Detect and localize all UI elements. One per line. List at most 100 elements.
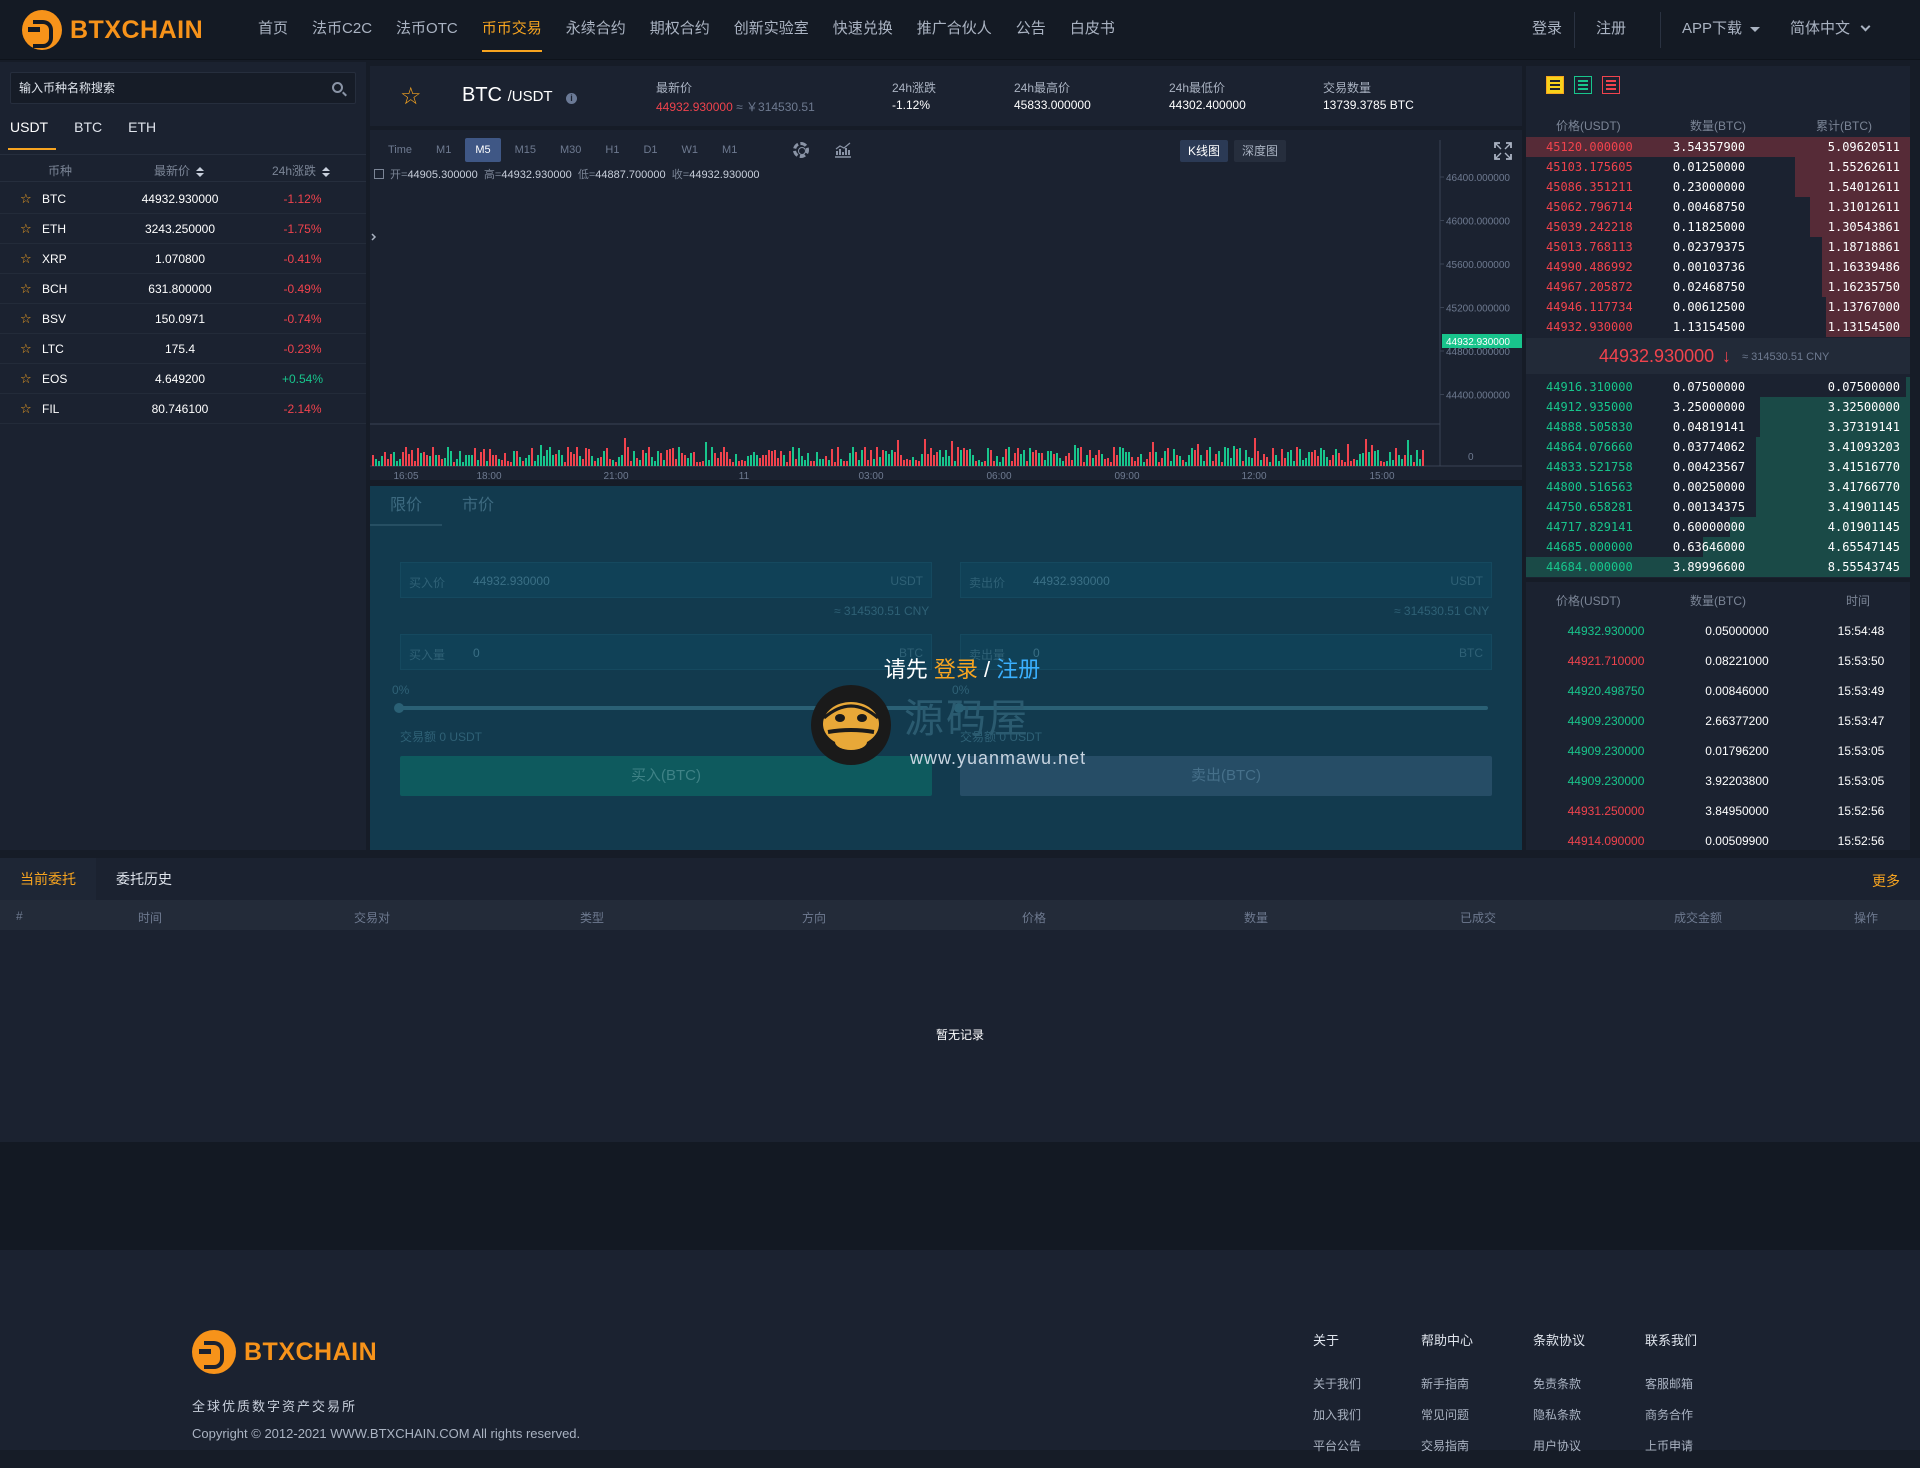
overlay-login-link[interactable]: 登录 (934, 657, 978, 682)
tab-open-orders[interactable]: 当前委托 (0, 858, 96, 900)
favorite-star-icon[interactable]: ☆ (20, 401, 32, 417)
coin-price: 631.800000 (148, 282, 212, 296)
info-icon[interactable]: i (566, 93, 577, 104)
chevron-down-icon (1860, 21, 1871, 32)
ask-row[interactable]: 45013.768113 0.02379375 1.18718861 (1526, 237, 1910, 257)
bid-row[interactable]: 44685.000000 0.63646000 4.65547145 (1526, 537, 1910, 557)
bid-row[interactable]: 44912.935000 3.25000000 3.32500000 (1526, 397, 1910, 417)
footer-link[interactable]: 平台公告 (1313, 1437, 1361, 1454)
footer-link[interactable]: 隐私条款 (1533, 1406, 1585, 1423)
favorite-star-icon[interactable]: ☆ (20, 311, 32, 327)
book-amount: 0.60000000 (1672, 520, 1746, 534)
nav-perpetual[interactable]: 永续合约 (554, 0, 638, 60)
coin-row[interactable]: ☆ LTC 175.4 -0.23% (0, 334, 366, 364)
buy-price-field[interactable]: 买入价 44932.930000 USDT (400, 562, 932, 598)
search-icon[interactable] (332, 82, 343, 93)
book-asks-view-icon[interactable] (1602, 76, 1620, 94)
coin-row[interactable]: ☆ BTC 44932.930000 -1.12% (0, 184, 366, 214)
tab-btc[interactable]: BTC (74, 116, 102, 150)
coin-row[interactable]: ☆ BCH 631.800000 -0.49% (0, 274, 366, 304)
language-menu[interactable]: 简体中文 (1790, 0, 1871, 60)
footer-link[interactable]: 常见问题 (1421, 1406, 1473, 1423)
buy-amount-field[interactable]: 买入量 0 BTC (400, 634, 932, 670)
coin-change: -0.49% (283, 282, 322, 296)
footer-link[interactable]: 上币申请 (1645, 1437, 1697, 1454)
ask-row[interactable]: 45086.351211 0.23000000 1.54012611 (1526, 177, 1910, 197)
ask-row[interactable]: 45062.796714 0.00468750 1.31012611 (1526, 197, 1910, 217)
trade-price: 44909.230000 (1567, 774, 1645, 788)
bid-row[interactable]: 44888.505830 0.04819141 3.37319141 (1526, 417, 1910, 437)
bid-row[interactable]: 44916.310000 0.07500000 0.07500000 (1526, 377, 1910, 397)
app-download-menu[interactable]: APP下载 (1682, 0, 1761, 60)
ask-row[interactable]: 45039.242218 0.11825000 1.30543861 (1526, 217, 1910, 237)
footer: BTXCHAIN 全球优质数字资产交易所 Copyright © 2012-20… (0, 1250, 1920, 1453)
nav-otc[interactable]: 法币OTC (384, 0, 470, 60)
nav-announcement[interactable]: 公告 (1004, 0, 1058, 60)
nav-home[interactable]: 首页 (246, 0, 300, 60)
bid-row[interactable]: 44717.829141 0.60000000 4.01901145 (1526, 517, 1910, 537)
volume-bar (474, 448, 476, 466)
coin-row[interactable]: ☆ ETH 3243.250000 -1.75% (0, 214, 366, 244)
ask-row[interactable]: 44932.930000 1.13154500 1.13154500 (1526, 317, 1910, 337)
favorite-star-icon[interactable]: ☆ (20, 281, 32, 297)
footer-link[interactable]: 新手指南 (1421, 1375, 1473, 1392)
overlay-register-link[interactable]: 注册 (996, 657, 1040, 682)
sell-slider[interactable] (958, 706, 1488, 710)
tab-order-history[interactable]: 委托历史 (96, 858, 192, 900)
favorite-star-icon[interactable]: ☆ (20, 191, 32, 207)
nav-swap[interactable]: 快速兑换 (821, 0, 905, 60)
ask-row[interactable]: 45103.175605 0.01250000 1.55262611 (1526, 157, 1910, 177)
col-price-sort[interactable]: 最新价 (154, 162, 205, 179)
bid-row[interactable]: 44864.076660 0.03774062 3.41093203 (1526, 437, 1910, 457)
footer-link[interactable]: 交易指南 (1421, 1437, 1473, 1454)
bid-row[interactable]: 44684.000000 3.89996600 8.55543745 (1526, 557, 1910, 577)
tab-limit[interactable]: 限价 (370, 486, 443, 526)
footer-link[interactable]: 客服邮箱 (1645, 1375, 1697, 1392)
buy-slider-handle[interactable] (394, 703, 404, 713)
book-bids-view-icon[interactable] (1574, 76, 1592, 94)
book-both-view-icon[interactable] (1546, 76, 1564, 94)
tab-market[interactable]: 市价 (442, 486, 514, 526)
coin-search-input[interactable] (11, 73, 321, 103)
sell-price-field[interactable]: 卖出价 44932.930000 USDT (960, 562, 1492, 598)
favorite-star-icon[interactable]: ☆ (20, 221, 32, 237)
coin-row[interactable]: ☆ BSV 150.0971 -0.74% (0, 304, 366, 334)
footer-logo[interactable]: BTXCHAIN (192, 1330, 377, 1374)
coin-row[interactable]: ☆ XRP 1.070800 -0.41% (0, 244, 366, 274)
favorite-star-icon[interactable]: ☆ (20, 251, 32, 267)
bid-row[interactable]: 44833.521758 0.00423567 3.41516770 (1526, 457, 1910, 477)
volume-bar (567, 447, 569, 466)
nav-whitepaper[interactable]: 白皮书 (1058, 0, 1127, 60)
bid-row[interactable]: 44750.658281 0.00134375 3.41901145 (1526, 497, 1910, 517)
more-link[interactable]: 更多 (1872, 871, 1900, 891)
footer-link[interactable]: 免责条款 (1533, 1375, 1585, 1392)
kline-chart[interactable]: 46400.000000 46000.000000 45600.000000 4520… (370, 130, 1522, 480)
bid-row[interactable]: 44800.516563 0.00250000 3.41766770 (1526, 477, 1910, 497)
nav-options[interactable]: 期权合约 (638, 0, 722, 60)
footer-link[interactable]: 加入我们 (1313, 1406, 1361, 1423)
volume-bar (1314, 450, 1316, 466)
favorite-star-icon[interactable]: ☆ (20, 341, 32, 357)
coin-row[interactable]: ☆ FIL 80.746100 -2.14% (0, 394, 366, 424)
ask-row[interactable]: 44946.117734 0.00612500 1.13767000 (1526, 297, 1910, 317)
header-logo[interactable]: BTXCHAIN (22, 10, 203, 50)
nav-partner[interactable]: 推广合伙人 (905, 0, 1004, 60)
register-link[interactable]: 注册 (1596, 0, 1626, 60)
footer-link[interactable]: 用户协议 (1533, 1437, 1585, 1454)
nav-c2c[interactable]: 法币C2C (300, 0, 384, 60)
footer-link[interactable]: 商务合作 (1645, 1406, 1697, 1423)
coin-row[interactable]: ☆ EOS 4.649200 +0.54% (0, 364, 366, 394)
volume-bar (984, 461, 986, 466)
ask-row[interactable]: 44990.486992 0.00103736 1.16339486 (1526, 257, 1910, 277)
login-link[interactable]: 登录 (1532, 0, 1562, 60)
tab-eth[interactable]: ETH (128, 116, 156, 150)
nav-spot[interactable]: 币币交易 (470, 0, 554, 60)
nav-lab[interactable]: 创新实验室 (722, 0, 821, 60)
tab-usdt[interactable]: USDT (7, 116, 57, 150)
favorite-star-icon[interactable]: ☆ (20, 371, 32, 387)
ask-row[interactable]: 44967.205872 0.02468750 1.16235750 (1526, 277, 1910, 297)
favorite-star-icon[interactable]: ☆ (400, 82, 422, 111)
col-change-sort[interactable]: 24h涨跌 (272, 162, 331, 179)
footer-link[interactable]: 关于我们 (1313, 1375, 1361, 1392)
ask-row[interactable]: 45120.000000 3.54357900 5.09620511 (1526, 137, 1910, 157)
